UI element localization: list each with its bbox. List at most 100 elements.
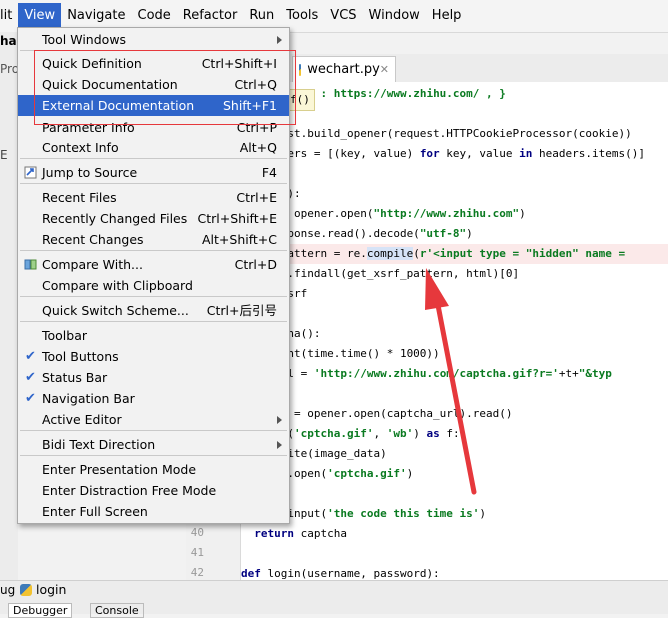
menu-item-shortcut: Alt+Q [239, 140, 277, 155]
code-token: 'cptcha.gif' [294, 427, 374, 440]
menu-separator [20, 250, 287, 251]
menu-item-enter-distraction-free-mode[interactable]: Enter Distraction Free Mode [18, 480, 289, 501]
code-token: "&typ [578, 367, 612, 380]
code-token: "http://www.zhihu.com" [373, 207, 520, 220]
code-token: compile [366, 247, 414, 260]
menu-item-jump-to-source[interactable]: Jump to Source F4 [18, 162, 289, 183]
code-token: in [519, 147, 533, 160]
project-panel-edge: har Pro E [0, 32, 23, 580]
menu-vcs[interactable]: VCS [324, 3, 362, 29]
menu-item-label: Quick Documentation [42, 77, 178, 92]
menu-item-label: External Documentation [42, 98, 195, 113]
debug-tool-window-bar: ug login Debugger Console [0, 580, 668, 618]
menu-lit[interactable]: lit [0, 3, 18, 29]
menu-item-label: Enter Presentation Mode [42, 462, 197, 477]
menu-item-label: Quick Switch Scheme... [42, 303, 189, 318]
menu-item-label: Jump to Source [42, 165, 138, 180]
code-token: ) [519, 207, 526, 220]
submenu-arrow-icon [277, 416, 282, 424]
menu-navigate[interactable]: Navigate [61, 3, 131, 29]
menu-item-quick-documentation[interactable]: Quick Documentation Ctrl+Q [18, 74, 289, 95]
checkmark-icon: ✔ [25, 349, 36, 364]
code-line[interactable]: = request.build_opener(request.HTTPCooki… [241, 124, 632, 144]
menu-code[interactable]: Code [132, 3, 177, 29]
menu-item-navigation-bar[interactable]: ✔ Navigation Bar [18, 388, 289, 409]
menu-item-label: Parameter Info [42, 120, 135, 135]
view-menu-dropdown: Tool Windows Quick Definition Ctrl+Shift+I… [17, 27, 290, 524]
menu-item-label: Active Editor [42, 412, 122, 427]
code-line[interactable]: addheaders = [(key, value) for key, valu… [241, 144, 645, 164]
menu-item-shortcut: Ctrl+Q [234, 77, 277, 92]
code-token: , [373, 427, 387, 440]
menu-item-recent-files[interactable]: Recent Files Ctrl+E [18, 187, 289, 208]
menu-item-quick-switch-scheme[interactable]: Quick Switch Scheme... Ctrl+后引号 [18, 300, 289, 321]
menu-item-label: Context Info [42, 140, 119, 155]
menu-item-shortcut: Shift+F1 [222, 98, 277, 113]
menu-item-parameter-info[interactable]: Parameter Info Ctrl+P [18, 117, 289, 138]
menu-item-label: Recently Changed Files [42, 211, 188, 226]
menu-item-shortcut: Ctrl+D [234, 257, 277, 272]
debug-label: ug [0, 583, 16, 597]
menu-item-label: Quick Definition [42, 56, 142, 71]
menu-item-tool-windows[interactable]: Tool Windows [18, 29, 289, 50]
editor-tab-wechart[interactable]: wechart.py ✕ [292, 56, 396, 82]
menu-item-label: Toolbar [42, 328, 88, 343]
menu-item-shortcut: Alt+Shift+C [201, 232, 277, 247]
code-token: 'cptcha.gif' [327, 467, 407, 480]
code-line[interactable]: return captcha [241, 524, 347, 544]
code-line[interactable]: def login(username, password): [241, 564, 440, 580]
menu-item-toolbar[interactable]: Toolbar [18, 325, 289, 346]
menu-item-label: Bidi Text Direction [42, 437, 156, 452]
menu-item-shortcut: Ctrl+P [236, 120, 277, 135]
code-token: key, value [439, 147, 520, 160]
menu-item-context-info[interactable]: Context Info Alt+Q [18, 137, 289, 158]
console-tab[interactable]: Console [90, 603, 144, 618]
menu-help[interactable]: Help [426, 3, 468, 29]
menu-item-enter-presentation-mode[interactable]: Enter Presentation Mode [18, 459, 289, 480]
menu-item-recent-changes[interactable]: Recent Changes Alt+Shift+C [18, 229, 289, 250]
menu-item-bidi-text-direction[interactable]: Bidi Text Direction [18, 434, 289, 455]
code-line[interactable]: tcha_url = 'http://www.zhihu.com/captcha… [241, 364, 612, 384]
menu-item-compare-with-clipboard[interactable]: Compare with Clipboard [18, 275, 289, 296]
menu-separator [20, 430, 287, 431]
menu-item-label: Recent Changes [42, 232, 144, 247]
menu-item-quick-definition[interactable]: Quick Definition Ctrl+Shift+I [18, 53, 289, 74]
close-tab-icon[interactable]: ✕ [380, 63, 389, 76]
run-config-label[interactable]: login [36, 582, 66, 597]
menu-separator [20, 296, 287, 297]
menu-separator [20, 183, 287, 184]
code-token: ) [413, 427, 427, 440]
menu-item-enter-full-screen[interactable]: Enter Full Screen [18, 501, 289, 522]
code-token: captcha [294, 527, 347, 540]
debugger-tab[interactable]: Debugger [8, 603, 73, 618]
compare-icon [24, 259, 37, 270]
menu-view[interactable]: View [18, 3, 62, 29]
editor-tab-label: wechart.py [307, 62, 380, 77]
menu-item-compare-with[interactable]: Compare With... Ctrl+D [18, 254, 289, 275]
menu-tools[interactable]: Tools [280, 3, 324, 29]
menu-separator [20, 455, 287, 456]
line-number: 40 [190, 526, 204, 539]
menu-item-label: Status Bar [42, 370, 108, 385]
menu-item-label: Recent Files [42, 190, 117, 205]
code-token: as [426, 427, 440, 440]
menu-refactor[interactable]: Refactor [177, 3, 244, 29]
menu-item-status-bar[interactable]: ✔ Status Bar [18, 367, 289, 388]
python-file-icon [299, 63, 302, 76]
code-token: ) [466, 227, 473, 240]
code-token: 'the code this time is' [327, 507, 480, 520]
submenu-arrow-icon [277, 36, 282, 44]
code-line[interactable]: _xsrf_pattern = re.compile(r'<input type… [241, 244, 668, 264]
menu-item-active-editor[interactable]: Active Editor [18, 409, 289, 430]
menu-item-recently-changed-files[interactable]: Recently Changed Files Ctrl+Shift+E [18, 208, 289, 229]
editor-tab-bar: wechart.py ✕ [290, 54, 668, 83]
menu-item-tool-buttons[interactable]: ✔ Tool Buttons [18, 346, 289, 367]
line-number: 42 [190, 566, 204, 579]
menu-item-label: Compare With... [42, 257, 143, 272]
menu-item-external-documentation[interactable]: External Documentation Shift+F1 [18, 95, 289, 116]
menu-window[interactable]: Window [363, 3, 426, 29]
code-editor[interactable]: Referer : https://www.zhihu.com/ , } = re… [241, 82, 668, 580]
menu-item-label: Navigation Bar [42, 391, 135, 406]
menu-run[interactable]: Run [243, 3, 280, 29]
